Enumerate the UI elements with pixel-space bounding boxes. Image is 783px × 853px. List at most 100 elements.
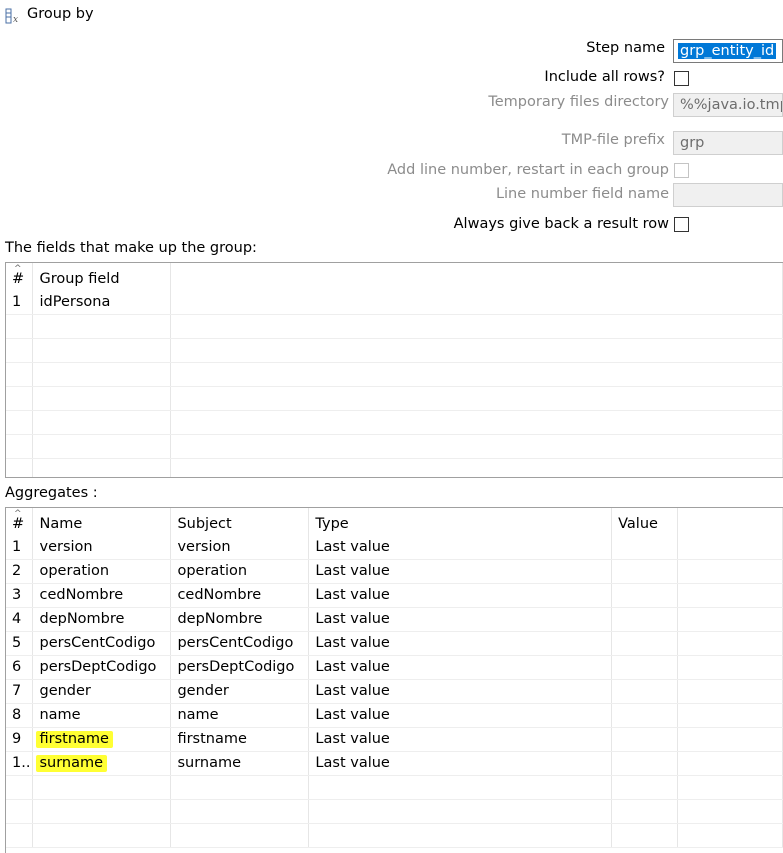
- aggregate-value-cell[interactable]: [611, 751, 679, 776]
- aggregate-name-cell[interactable]: name: [32, 703, 172, 728]
- include-all-rows-checkbox[interactable]: [674, 71, 689, 86]
- table-row[interactable]: 2 operation operation Last value: [6, 559, 783, 584]
- line-number-field-label: Line number field name: [495, 186, 669, 202]
- empty-cell: [677, 631, 783, 656]
- aggregate-name-cell[interactable]: version: [32, 535, 172, 560]
- table-row[interactable]: [6, 410, 783, 435]
- table-row[interactable]: [6, 775, 783, 800]
- table-row[interactable]: 9 firstname firstname Last value: [6, 727, 783, 752]
- table-row[interactable]: [6, 314, 783, 339]
- aggregate-value-cell[interactable]: [611, 679, 679, 704]
- add-line-number-checkbox[interactable]: [674, 163, 689, 178]
- aggregate-subject-cell[interactable]: depNombre: [170, 607, 310, 632]
- column-header-group-field[interactable]: Group field: [32, 263, 172, 290]
- aggregates-header: ^ # Name Subject Type Value: [6, 508, 783, 535]
- tmp-prefix-input[interactable]: grp: [673, 131, 783, 155]
- aggregate-type-cell[interactable]: Last value: [308, 631, 613, 656]
- aggregate-value-cell[interactable]: [611, 583, 679, 608]
- aggregate-type-cell[interactable]: Last value: [308, 607, 613, 632]
- table-row[interactable]: 8 name name Last value: [6, 703, 783, 728]
- aggregate-name-cell[interactable]: persCentCodigo: [32, 631, 172, 656]
- empty-cell: [32, 775, 172, 800]
- empty-cell: [677, 799, 783, 824]
- aggregates-table[interactable]: ^ # Name Subject Type Value 1 version versi…: [5, 507, 783, 853]
- empty-cell: [611, 799, 679, 824]
- aggregate-subject-cell[interactable]: name: [170, 703, 310, 728]
- aggregate-type-cell[interactable]: Last value: [308, 727, 613, 752]
- aggregate-subject-cell[interactable]: version: [170, 535, 310, 560]
- line-number-field-input[interactable]: [673, 183, 783, 207]
- table-row[interactable]: 3 cedNombre cedNombre Last value: [6, 583, 783, 608]
- column-header-subject[interactable]: Subject: [170, 508, 310, 535]
- always-result-row-checkbox[interactable]: [674, 217, 689, 232]
- aggregate-subject-cell[interactable]: surname: [170, 751, 310, 776]
- column-header-name[interactable]: Name: [32, 508, 172, 535]
- temp-dir-label: Temporary files directory: [488, 94, 669, 110]
- table-row[interactable]: [6, 434, 783, 459]
- aggregate-value-cell[interactable]: [611, 535, 679, 560]
- aggregate-subject-cell[interactable]: cedNombre: [170, 583, 310, 608]
- column-header-value[interactable]: Value: [611, 508, 679, 535]
- table-row[interactable]: 5 persCentCodigo persCentCodigo Last value: [6, 631, 783, 656]
- sort-caret-icon: ^: [14, 509, 22, 519]
- table-row[interactable]: 4 depNombre depNombre Last value: [6, 607, 783, 632]
- table-row[interactable]: [6, 338, 783, 363]
- aggregate-subject-cell[interactable]: gender: [170, 679, 310, 704]
- table-row[interactable]: [6, 458, 783, 477]
- step-name-input[interactable]: grp_entity_id: [673, 39, 783, 63]
- column-header-type[interactable]: Type: [308, 508, 613, 535]
- column-header-number[interactable]: ^ #: [6, 508, 34, 535]
- aggregate-type-cell[interactable]: Last value: [308, 679, 613, 704]
- row-number: 6: [6, 655, 34, 680]
- table-row[interactable]: 1 version version Last value: [6, 535, 783, 560]
- empty-cell: [170, 775, 310, 800]
- aggregate-name-cell[interactable]: gender: [32, 679, 172, 704]
- aggregate-value-cell[interactable]: [611, 727, 679, 752]
- row-number: 1: [6, 290, 34, 315]
- step-name-label: Step name: [586, 40, 665, 56]
- column-header-number[interactable]: ^ #: [6, 263, 34, 290]
- aggregate-name-cell[interactable]: cedNombre: [32, 583, 172, 608]
- aggregate-subject-cell[interactable]: persCentCodigo: [170, 631, 310, 656]
- table-row[interactable]: 1 idPersona: [6, 290, 783, 315]
- aggregate-type-cell[interactable]: Last value: [308, 559, 613, 584]
- sort-caret-icon: ^: [14, 264, 22, 274]
- aggregate-type-cell[interactable]: Last value: [308, 703, 613, 728]
- aggregate-value-cell[interactable]: [611, 607, 679, 632]
- group-field-cell[interactable]: idPersona: [32, 290, 172, 315]
- group-fields-header: ^ # Group field: [6, 263, 783, 290]
- aggregate-type-cell[interactable]: Last value: [308, 535, 613, 560]
- table-row[interactable]: [6, 823, 783, 848]
- aggregate-name-cell[interactable]: persDeptCodigo: [32, 655, 172, 680]
- table-row[interactable]: 6 persDeptCodigo persDeptCodigo Last value: [6, 655, 783, 680]
- aggregate-name-cell[interactable]: depNombre: [32, 607, 172, 632]
- aggregate-name-cell[interactable]: surname: [32, 751, 172, 776]
- aggregate-subject-cell[interactable]: operation: [170, 559, 310, 584]
- aggregate-value-cell[interactable]: [611, 559, 679, 584]
- table-row[interactable]: 1.. surname surname Last value: [6, 751, 783, 776]
- aggregate-value-cell[interactable]: [611, 655, 679, 680]
- aggregate-name-cell[interactable]: operation: [32, 559, 172, 584]
- aggregate-subject-cell[interactable]: firstname: [170, 727, 310, 752]
- empty-cell: [308, 775, 613, 800]
- aggregate-type-cell[interactable]: Last value: [308, 583, 613, 608]
- table-row[interactable]: [6, 799, 783, 824]
- empty-cell: [32, 823, 172, 848]
- table-row[interactable]: 7 gender gender Last value: [6, 679, 783, 704]
- group-fields-table[interactable]: ^ # Group field 1 idPersona: [5, 262, 783, 478]
- table-row[interactable]: [6, 386, 783, 411]
- temp-dir-input[interactable]: %%java.io.tmpdir%%: [673, 93, 783, 117]
- always-result-row-label: Always give back a result row: [453, 216, 669, 232]
- aggregate-name-cell[interactable]: firstname: [32, 727, 172, 752]
- aggregate-type-cell[interactable]: Last value: [308, 751, 613, 776]
- aggregate-subject-cell[interactable]: persDeptCodigo: [170, 655, 310, 680]
- aggregate-value-cell[interactable]: [611, 703, 679, 728]
- empty-cell: [611, 775, 679, 800]
- aggregate-type-cell[interactable]: Last value: [308, 655, 613, 680]
- aggregate-value-cell[interactable]: [611, 631, 679, 656]
- add-line-number-label: Add line number, restart in each group: [387, 162, 669, 178]
- row-number: 1: [6, 535, 34, 560]
- table-row[interactable]: [6, 362, 783, 387]
- highlighted-name: firstname: [36, 731, 113, 748]
- empty-cell: [677, 535, 783, 560]
